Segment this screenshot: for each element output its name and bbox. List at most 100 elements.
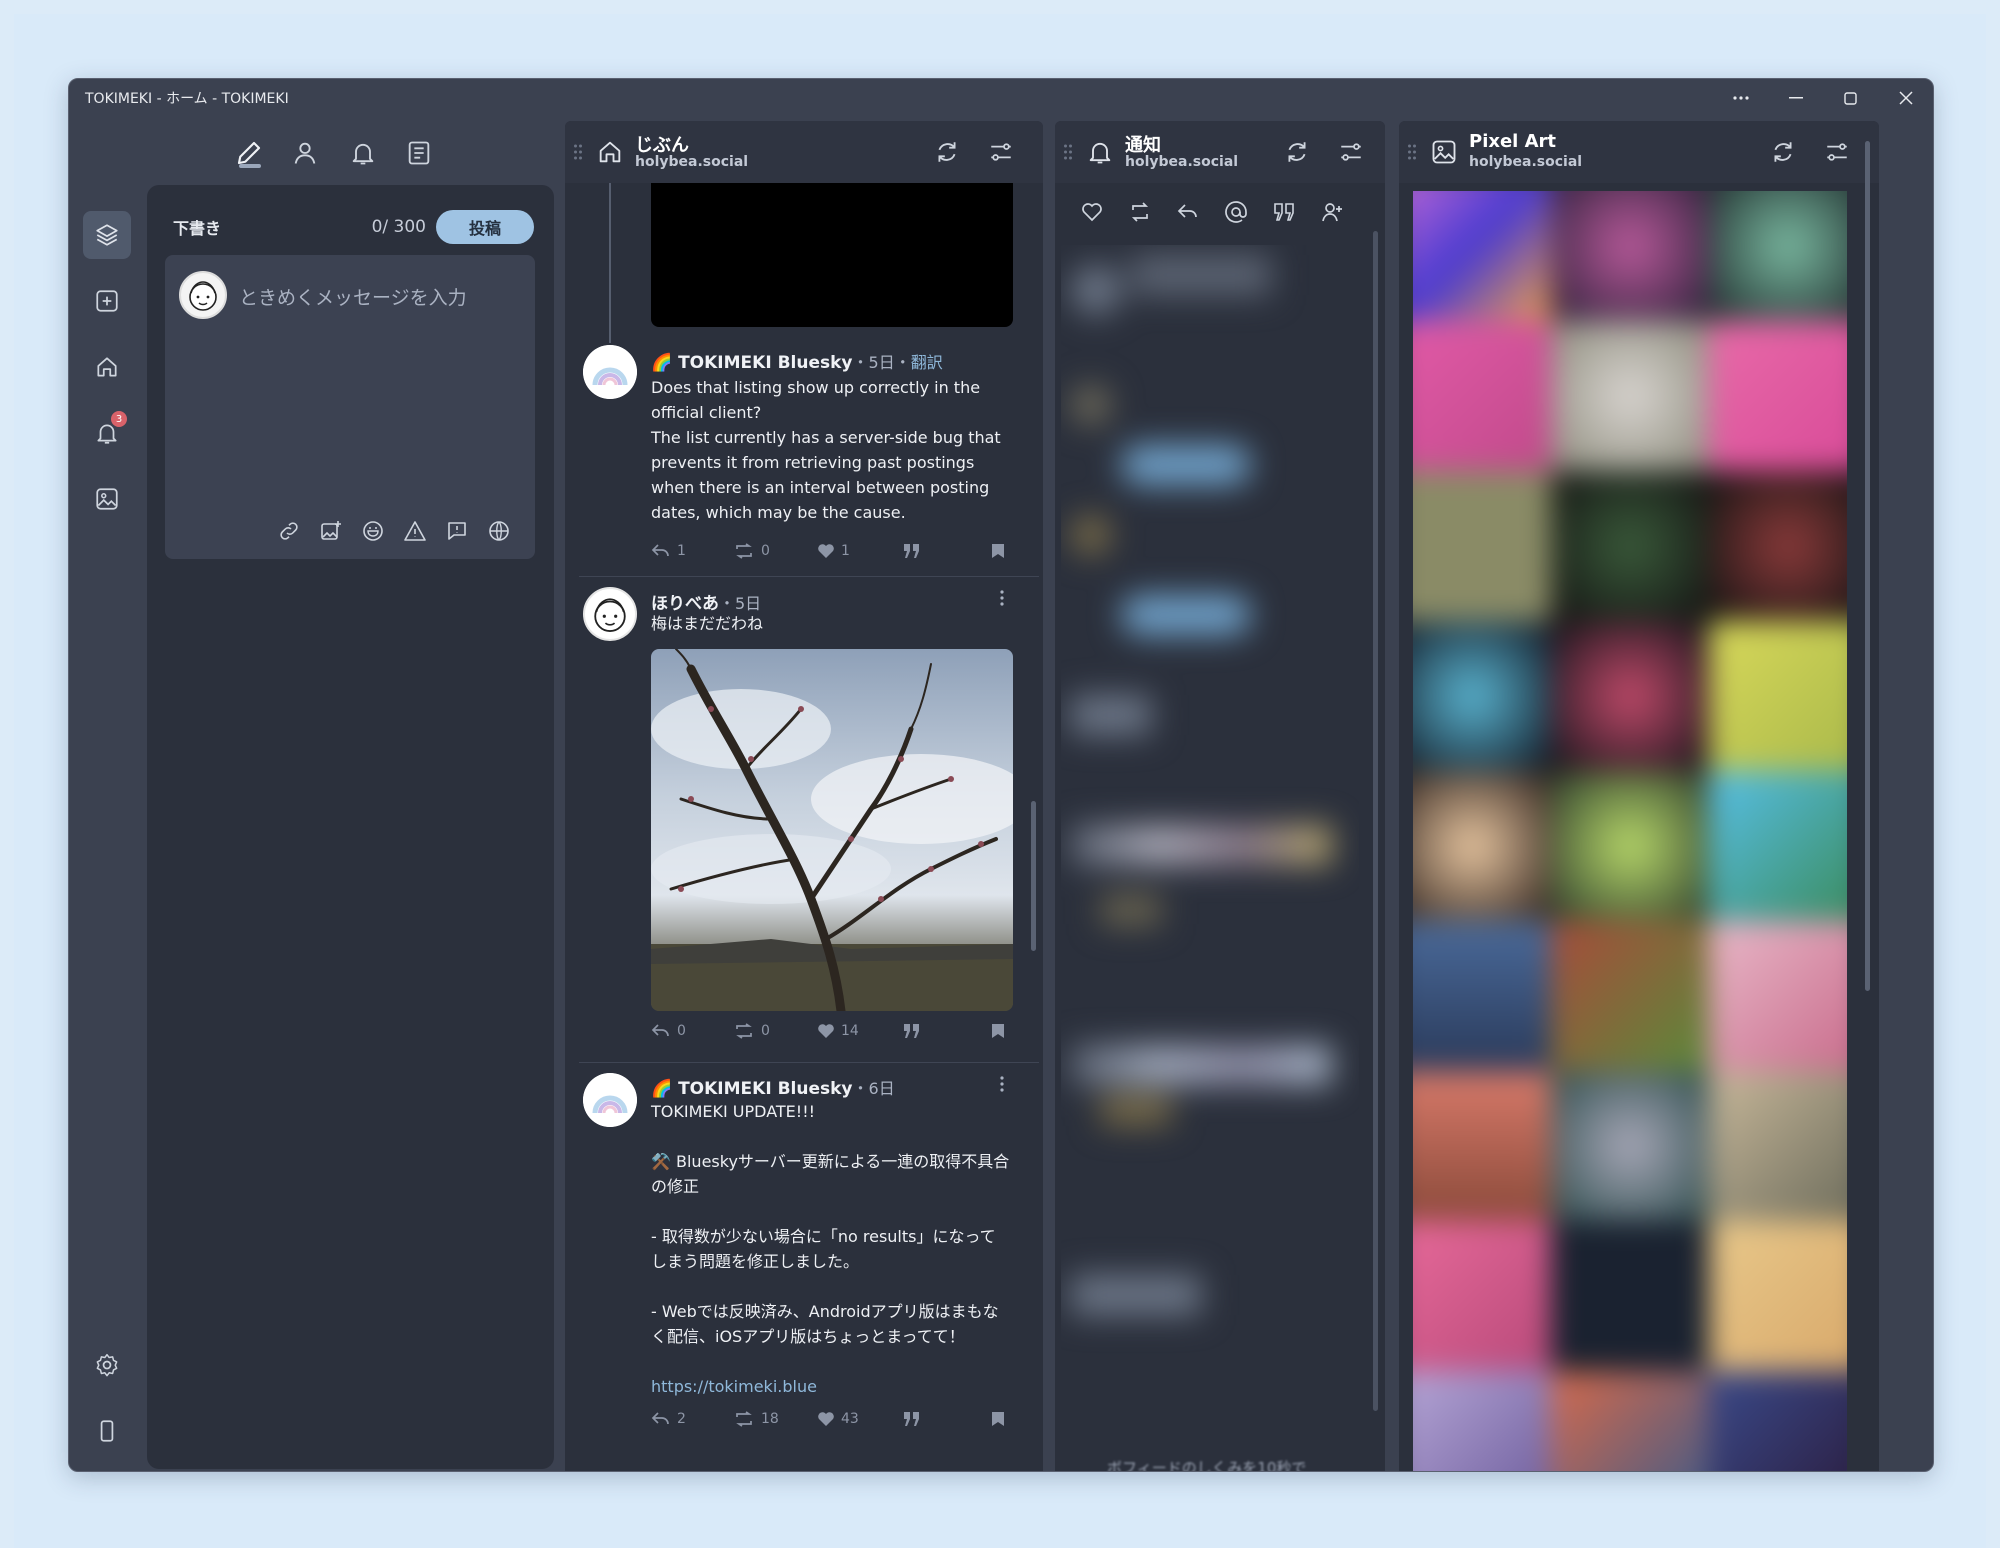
settings-sliders-icon[interactable] [1335,136,1367,168]
tab-profile[interactable] [285,133,325,173]
column-account: holybea.social [635,154,749,170]
filter-like-icon[interactable] [1075,195,1109,229]
scrollbar[interactable] [1865,141,1870,991]
filter-quote-icon[interactable] [1267,195,1301,229]
author-name[interactable]: 🌈 TOKIMEKI Bluesky [651,353,853,373]
drag-handle-icon[interactable] [1063,143,1073,161]
like-count: 1 [841,543,850,559]
add-column-button[interactable] [83,277,131,325]
notifications-list-blurred [1061,245,1359,1461]
scrollbar[interactable] [1373,231,1378,1411]
quote-icon[interactable] [903,1411,921,1427]
refresh-icon[interactable] [931,136,963,168]
refresh-icon[interactable] [1281,136,1313,168]
like-button[interactable]: 43 [817,1411,859,1427]
column-account: holybea.social [1125,154,1239,170]
minimize-button[interactable] [1768,79,1823,117]
filter-reply-icon[interactable] [1171,195,1205,229]
settings-sliders-icon[interactable] [1821,136,1853,168]
refresh-icon[interactable] [1767,136,1799,168]
tab-lists[interactable] [399,133,439,173]
drafts-link[interactable]: 下書き [173,215,221,239]
gear-icon [96,1353,118,1377]
reply-count: 0 [677,1023,686,1039]
bookmark-icon[interactable] [991,1411,1005,1427]
add-image-icon[interactable] [317,517,345,545]
notifications-column: 通知 holybea.social ボフィードのしくみを10秒で [1055,121,1385,1471]
post-button[interactable]: 投稿 [436,210,534,244]
post-text: Does that listing show up correctly in t… [651,378,1001,522]
bookmark-icon[interactable] [991,543,1005,559]
post-time: ・5日・ [852,353,911,372]
link-icon[interactable] [275,517,303,545]
post-image-plum-tree[interactable] [651,649,1013,1011]
avatar[interactable] [583,1073,637,1127]
layers-icon [96,224,118,246]
notifications-rail-button[interactable]: 3 [83,409,131,457]
quote-icon[interactable] [903,543,921,559]
drag-handle-icon[interactable] [573,143,583,161]
repost-count: 18 [761,1411,779,1427]
settings-sliders-icon[interactable] [985,136,1017,168]
divider [579,576,1039,577]
reply-button[interactable]: 0 [651,1023,686,1039]
avatar[interactable] [583,587,637,641]
comment-icon[interactable] [443,517,471,545]
home-icon [97,357,117,377]
reply-button[interactable]: 1 [651,543,686,559]
globe-icon[interactable] [485,517,513,545]
home-column-header: じぶん holybea.social [565,121,1043,183]
add-square-icon [96,290,118,312]
divider [579,1062,1039,1063]
repost-button[interactable]: 0 [733,1023,770,1039]
post-editor[interactable]: ときめくメッセージを入力 [165,255,535,559]
post-line: TOKIMEKI UPDATE!!! [651,1102,816,1121]
emoji-icon[interactable] [359,517,387,545]
home-icon [595,137,625,167]
home-column: じぶん holybea.social 🌈 TOKIMEKI Bluesky・5日… [565,121,1043,1471]
post-actions: 0 0 14 [651,1023,1015,1045]
bell-icon [1085,137,1115,167]
window-title: TOKIMEKI - ホーム - TOKIMEKI [85,91,289,107]
media-button[interactable] [83,475,131,523]
image-icon [96,488,118,510]
mobile-button[interactable] [83,1407,131,1455]
home-button[interactable] [83,343,131,391]
tab-notifications[interactable] [343,133,383,173]
maximize-button[interactable] [1823,79,1878,117]
draft-header: 下書き 0/ 300 投稿 [173,209,534,245]
repost-button[interactable]: 18 [733,1411,779,1427]
like-button[interactable]: 1 [817,543,850,559]
settings-button[interactable] [83,1341,131,1389]
tab-compose[interactable] [229,133,269,173]
post-link[interactable]: https://tokimeki.blue [651,1374,1011,1399]
pixelart-column-header: Pixel Art holybea.social [1399,121,1879,183]
drag-handle-icon[interactable] [1407,143,1417,161]
repost-button[interactable]: 0 [733,543,770,559]
composer-panel: 下書き 0/ 300 投稿 ときめくメッセージを入力 [147,185,554,1469]
warning-icon[interactable] [401,517,429,545]
like-button[interactable]: 14 [817,1023,859,1039]
layers-button[interactable] [83,211,131,259]
media-grid-blurred[interactable] [1413,191,1847,1471]
bell-icon [352,143,374,165]
video-embed[interactable] [651,183,1013,327]
filter-mention-icon[interactable] [1219,195,1253,229]
bookmark-icon[interactable] [991,1023,1005,1039]
author-name[interactable]: 🌈 TOKIMEKI Bluesky [651,1079,853,1099]
reply-count: 1 [677,543,686,559]
quote-icon[interactable] [903,1023,921,1039]
more-vertical-icon[interactable] [999,589,1005,607]
translate-link[interactable]: 翻訳 [911,353,943,372]
scrollbar[interactable] [1031,801,1036,951]
notification-filters [1055,183,1385,241]
more-vertical-icon[interactable] [999,1075,1005,1093]
more-icon[interactable] [1713,79,1768,117]
filter-repost-icon[interactable] [1123,195,1157,229]
close-button[interactable] [1878,79,1933,117]
post-actions: 2 18 43 [651,1411,1015,1433]
filter-follow-icon[interactable] [1315,195,1349,229]
post-time: ・6日 [852,1079,895,1098]
reply-button[interactable]: 2 [651,1411,686,1427]
avatar[interactable] [583,345,637,399]
